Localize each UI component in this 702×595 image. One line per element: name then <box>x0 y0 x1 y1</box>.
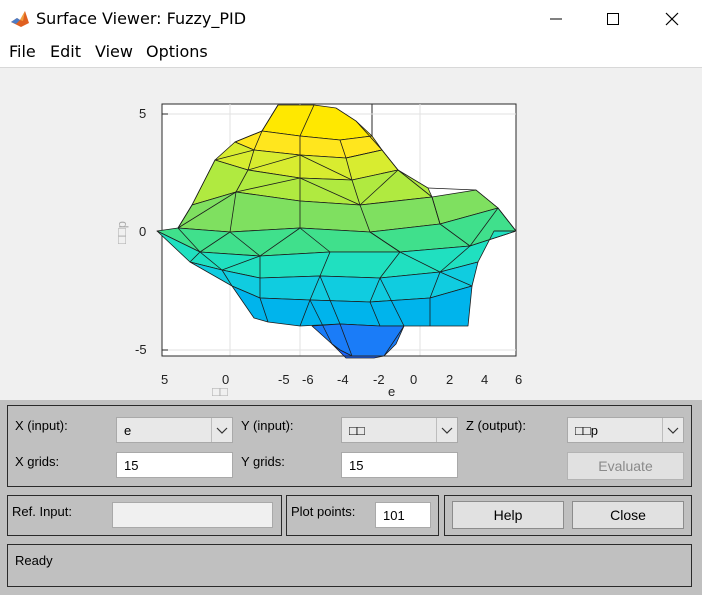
x-input-value: e <box>124 423 132 438</box>
x-tick-2: 2 <box>446 372 453 387</box>
evaluate-button[interactable]: Evaluate <box>567 452 684 480</box>
x-tick-minus2: -2 <box>373 372 385 387</box>
z-tick-5: 5 <box>139 106 146 121</box>
menu-view[interactable]: View <box>95 42 133 61</box>
x-tick-minus5: -5 <box>278 372 290 387</box>
minimize-button[interactable] <box>526 0 584 38</box>
menu-edit[interactable]: Edit <box>50 42 81 61</box>
x-grids-label: X grids: <box>15 454 60 469</box>
ref-input-field[interactable] <box>112 502 273 528</box>
y-tick-5: 5 <box>161 372 168 387</box>
x-tick-minus4: -4 <box>337 372 349 387</box>
y-input-value: □□ <box>349 423 365 438</box>
surface-plot[interactable]: 5 0 -5 □□p -5 -6 -4 -2 0 2 4 6 e 5 0 □□ <box>0 68 702 400</box>
x-tick-minus6: -6 <box>302 372 314 387</box>
y-axis: 5 0 □□ <box>161 372 229 399</box>
z-output-select[interactable]: □□p <box>567 417 684 443</box>
x-input-select[interactable]: e <box>116 417 233 443</box>
title-bar: Surface Viewer: Fuzzy_PID <box>0 0 702 38</box>
minimize-icon <box>550 18 562 20</box>
chevron-down-icon <box>211 418 232 442</box>
chevron-down-icon <box>662 418 683 442</box>
y-grids-input[interactable]: 15 <box>341 452 458 478</box>
close-icon <box>665 12 679 26</box>
x-input-label: X (input): <box>15 418 68 433</box>
x-tick-6: 6 <box>515 372 522 387</box>
menu-file[interactable]: File <box>9 42 36 61</box>
z-output-label: Z (output): <box>466 418 526 433</box>
ref-input-label: Ref. Input: <box>12 504 72 519</box>
controls-area: X (input): e Y (input): □□ Z (output): □… <box>0 400 702 595</box>
help-button[interactable]: Help <box>452 501 564 529</box>
status-text: Ready <box>15 553 53 568</box>
close-button[interactable]: Close <box>572 501 684 529</box>
x-axis-label: e <box>388 384 395 399</box>
y-axis-label: □□ <box>212 384 228 399</box>
z-tick-minus5: -5 <box>135 342 147 357</box>
chevron-down-icon <box>436 418 457 442</box>
maximize-icon <box>607 13 619 25</box>
close-window-button[interactable] <box>642 0 702 38</box>
menu-bar: File Edit View Options <box>0 38 702 68</box>
surface-plot-area[interactable]: 5 0 -5 □□p -5 -6 -4 -2 0 2 4 6 e 5 0 □□ <box>0 68 702 400</box>
y-input-select[interactable]: □□ <box>341 417 458 443</box>
x-grids-input[interactable]: 15 <box>116 452 233 478</box>
menu-options[interactable]: Options <box>146 42 208 61</box>
window-title: Surface Viewer: Fuzzy_PID <box>36 9 247 28</box>
y-input-label: Y (input): <box>241 418 294 433</box>
plot-points-input[interactable]: 101 <box>375 502 431 528</box>
matlab-logo-icon <box>11 11 29 27</box>
x-tick-4: 4 <box>481 372 488 387</box>
maximize-button[interactable] <box>584 0 642 38</box>
z-axis-label: □□p <box>114 221 129 244</box>
plot-points-label: Plot points: <box>291 504 356 519</box>
x-tick-0: 0 <box>410 372 417 387</box>
status-panel <box>7 544 692 587</box>
z-output-value: □□p <box>575 423 598 438</box>
y-grids-label: Y grids: <box>241 454 285 469</box>
z-tick-0: 0 <box>139 224 146 239</box>
